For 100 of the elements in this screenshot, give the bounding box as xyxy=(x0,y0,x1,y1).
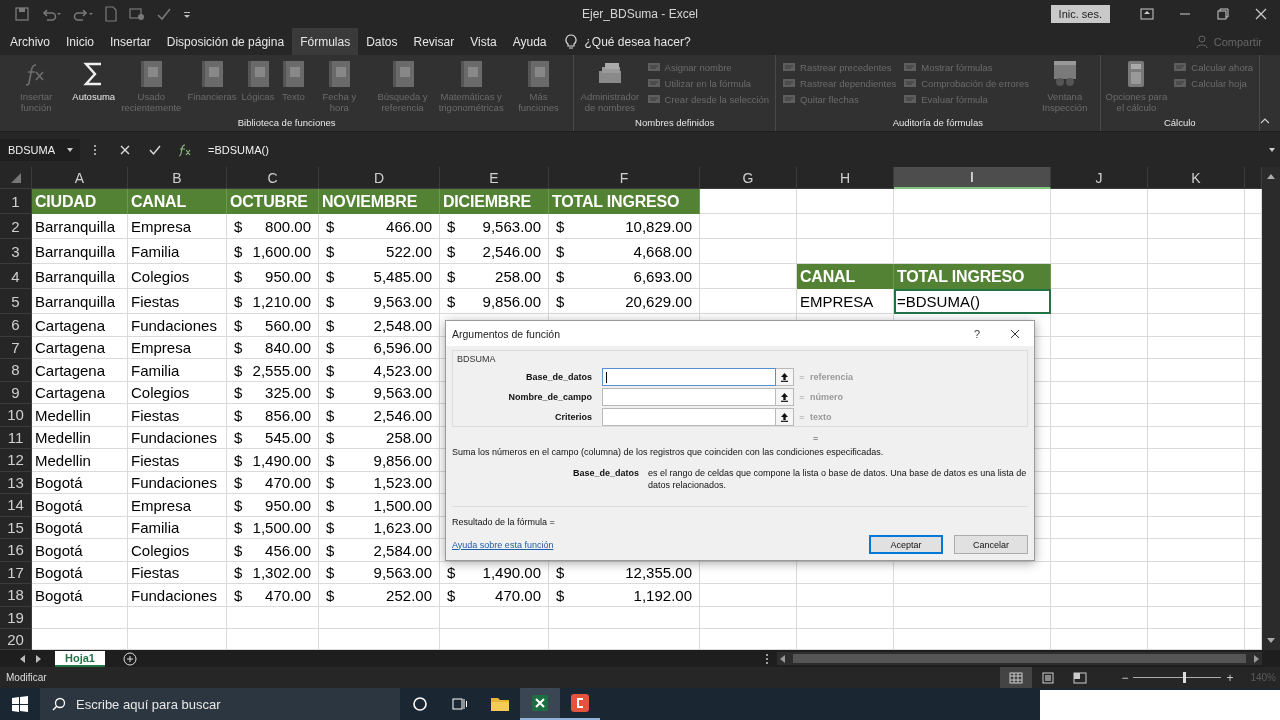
grid-view-icon[interactable] xyxy=(1009,671,1024,684)
page-break-icon[interactable] xyxy=(1073,671,1088,684)
add-sheet-icon[interactable] xyxy=(122,651,137,666)
column-header[interactable]: J xyxy=(1051,167,1148,189)
search-prompt[interactable]: ¿Qué desea hacer? xyxy=(584,34,691,49)
row-number[interactable]: 20 xyxy=(0,629,32,650)
undo-icon[interactable] xyxy=(40,6,62,22)
menu-tab[interactable]: Vista xyxy=(462,28,505,55)
search-field[interactable]: Escribe aquí para buscar xyxy=(76,696,376,712)
menu-tab[interactable]: Archivo xyxy=(2,28,58,55)
row-number[interactable]: 14 xyxy=(0,494,32,517)
column-header[interactable]: I xyxy=(894,167,1051,189)
row-number[interactable]: 12 xyxy=(0,449,32,472)
function-icon[interactable] xyxy=(178,142,192,157)
table-cell-text: Familia xyxy=(130,242,181,262)
row-number[interactable]: 18 xyxy=(0,584,32,607)
ribbon-button[interactable]: Autosuma xyxy=(70,57,118,104)
menu-tab[interactable]: Datos xyxy=(358,28,406,55)
row-number[interactable]: 15 xyxy=(0,516,32,539)
row-number[interactable]: 13 xyxy=(0,471,32,494)
collapse-icon[interactable] xyxy=(1260,117,1270,125)
collapse-button[interactable] xyxy=(776,408,794,426)
help-link[interactable]: Ayuda sobre esta función xyxy=(452,539,858,550)
currency-symbol: $ xyxy=(234,451,243,469)
zoom-in-button[interactable]: + xyxy=(1223,670,1237,685)
row-number[interactable]: 3 xyxy=(0,239,32,264)
header-cell: DICIEMBRE xyxy=(440,189,549,214)
app-icon[interactable] xyxy=(569,692,591,714)
column-header[interactable]: C xyxy=(227,167,319,189)
cancel-button[interactable]: Cancelar xyxy=(954,535,1028,554)
left-arrow-icon[interactable] xyxy=(779,654,785,663)
menu-tab[interactable]: Fórmulas xyxy=(292,28,359,55)
row-number[interactable]: 4 xyxy=(0,264,32,289)
menu-tab[interactable]: Disposición de página xyxy=(158,28,293,55)
row-number[interactable]: 7 xyxy=(0,336,32,359)
ribbon-display-icon[interactable] xyxy=(1140,7,1154,21)
menu-tab[interactable]: Ayuda xyxy=(504,28,555,55)
document-icon[interactable] xyxy=(104,6,118,22)
header-cell: TOTAL INGRESO xyxy=(549,189,700,214)
row-number[interactable]: 10 xyxy=(0,404,32,427)
scroll-thumb[interactable] xyxy=(792,654,1246,663)
right-arrow-icon[interactable] xyxy=(35,654,41,663)
vertical-scrollbar[interactable] xyxy=(1262,167,1280,650)
sheet-tab[interactable]: Hoja1 xyxy=(55,650,105,667)
drag-handle-icon[interactable] xyxy=(764,652,769,665)
column-header[interactable]: E xyxy=(440,167,549,189)
menu-tab[interactable]: Insertar xyxy=(102,28,159,55)
save-icon[interactable] xyxy=(14,6,30,22)
currency-symbol: $ xyxy=(326,586,335,604)
column-header[interactable]: D xyxy=(319,167,440,189)
column-header[interactable]: A xyxy=(32,167,128,189)
menu-tab[interactable]: Revisar xyxy=(405,28,463,55)
row-number[interactable]: 8 xyxy=(0,359,32,382)
preview-icon[interactable] xyxy=(128,6,146,22)
spreadsheet-icon[interactable] xyxy=(529,692,551,714)
row-number[interactable]: 9 xyxy=(0,381,32,404)
row-number[interactable]: 17 xyxy=(0,561,32,584)
column-header[interactable]: F xyxy=(549,167,700,189)
input-field[interactable] xyxy=(602,408,776,426)
zoom-out-button[interactable]: − xyxy=(1118,670,1132,685)
currency-symbol: $ xyxy=(234,474,243,492)
name-box[interactable]: BDSUMA xyxy=(0,138,80,161)
amount: 12,355.00 xyxy=(625,564,692,582)
column-header[interactable]: G xyxy=(700,167,797,189)
row-number[interactable]: 16 xyxy=(0,539,32,562)
currency-symbol: $ xyxy=(234,361,243,379)
circle-icon[interactable] xyxy=(412,696,428,712)
column-header[interactable]: B xyxy=(128,167,227,189)
restore-icon[interactable] xyxy=(1216,7,1230,21)
input-field[interactable] xyxy=(602,368,776,386)
row-number[interactable]: 2 xyxy=(0,214,32,239)
column-header[interactable]: K xyxy=(1148,167,1245,189)
slider-thumb[interactable] xyxy=(1182,672,1186,683)
page-layout-icon[interactable] xyxy=(1041,671,1056,684)
equals-sign: = xyxy=(798,372,806,382)
input-field[interactable] xyxy=(602,388,776,406)
collapse-button[interactable] xyxy=(776,388,794,406)
task-view-icon[interactable] xyxy=(452,696,468,712)
row-number[interactable]: 19 xyxy=(0,606,32,629)
redo-icon[interactable] xyxy=(72,6,94,22)
accept-button[interactable]: Aceptar xyxy=(869,535,943,554)
horizontal-scrollbar[interactable] xyxy=(776,652,1262,665)
close-icon[interactable] xyxy=(1254,7,1268,21)
row-number[interactable]: 1 xyxy=(0,189,32,214)
expand-icon[interactable] xyxy=(1268,146,1276,153)
sign-in-button[interactable]: Inic. ses. xyxy=(1050,5,1110,23)
help-button[interactable]: ? xyxy=(958,327,996,340)
menu-tab[interactable]: Inicio xyxy=(58,28,103,55)
row-number[interactable]: 5 xyxy=(0,289,32,314)
left-arrow-icon[interactable] xyxy=(20,654,26,663)
checkmark-icon[interactable] xyxy=(156,6,172,22)
search-bar[interactable]: Escribe aquí para buscar xyxy=(40,688,400,720)
row-number[interactable]: 11 xyxy=(0,426,32,449)
collapse-button[interactable] xyxy=(776,368,794,386)
row-number[interactable]: 6 xyxy=(0,314,32,337)
column-header[interactable]: H xyxy=(797,167,894,189)
select-all-button[interactable] xyxy=(0,167,32,189)
lightbulb-icon[interactable] xyxy=(564,33,579,50)
windows-logo-icon[interactable] xyxy=(12,696,28,712)
active-cell[interactable]: =BDSUMA() xyxy=(894,289,1051,314)
